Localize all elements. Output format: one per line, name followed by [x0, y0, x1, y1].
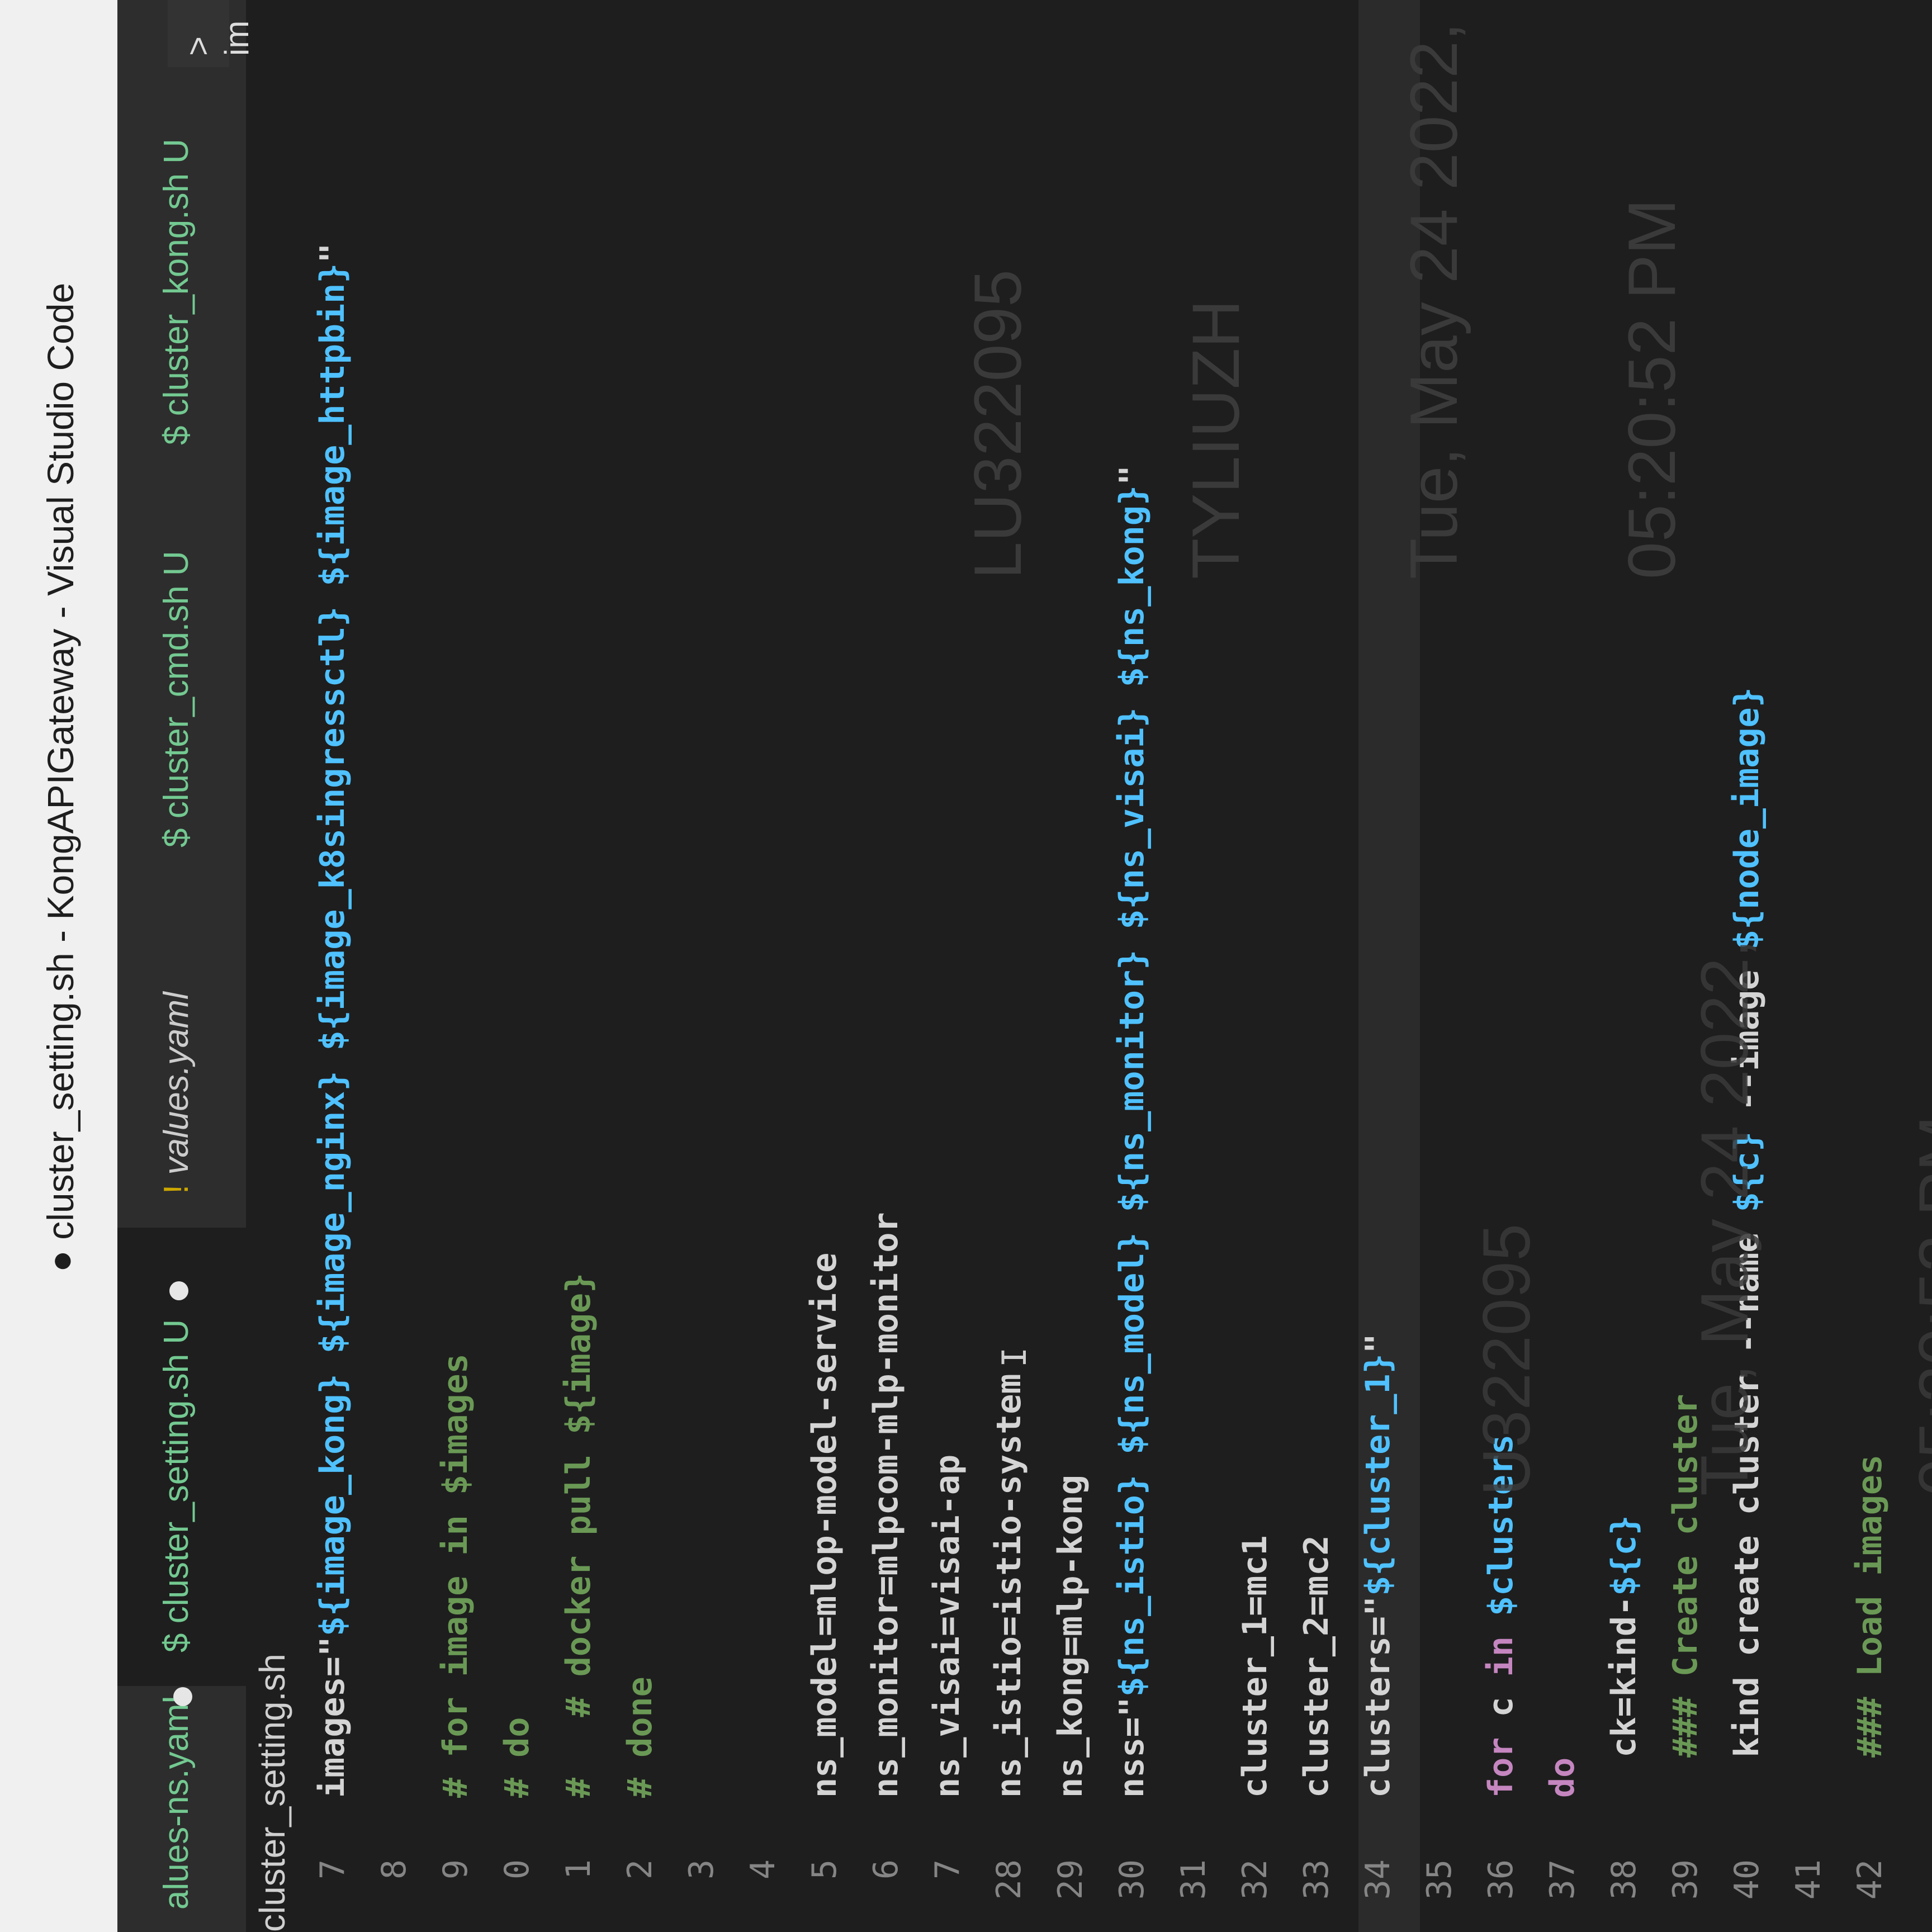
- code-text: # # docker pull ${image}: [559, 1272, 598, 1798]
- tab-content: ! values.yaml: [157, 992, 196, 1194]
- line-number: 40: [1727, 1859, 1767, 1900]
- tab-label: cluster_setting.sh U: [157, 1319, 196, 1624]
- tab-content: $ cluster_setting.sh U: [157, 1281, 196, 1652]
- modified-dot-icon: [173, 1687, 192, 1706]
- code-text: cluster_1=mc1: [1235, 1535, 1275, 1798]
- tab-label: cluster_kong.sh U: [157, 139, 196, 416]
- tab-values-yaml[interactable]: ! values.yaml: [117, 881, 246, 1228]
- line-number: 35: [1420, 1859, 1459, 1900]
- watermark-time: 05:20:52 PM: [1905, 1115, 1932, 1496]
- tab-cluster-kong[interactable]: $ cluster_kong.sh U: [117, 0, 246, 479]
- code-text: # do: [498, 1717, 537, 1798]
- breadcrumb-file: cluster_setting.sh: [252, 1653, 292, 1932]
- code-text: ns_istio=istio-system: [989, 1374, 1029, 1798]
- line-number: 37: [1543, 1859, 1582, 1900]
- watermark-id: LU322095: [960, 269, 1035, 579]
- tab-label: cluster_cmd.sh U: [157, 551, 196, 819]
- tab-label: values.yaml: [157, 992, 196, 1175]
- tab-content: $ cluster_kong.sh U: [157, 139, 196, 445]
- code-text: do: [1543, 1757, 1582, 1798]
- panel-toggle-label: > im: [179, 20, 255, 56]
- photo-stage: ● cluster_setting.sh - KongAPIGateway - …: [0, 0, 1932, 1932]
- code-line[interactable]: 8: [375, 0, 436, 1932]
- watermark-date: Tue, May 24 2022,: [1396, 22, 1471, 579]
- code-text: nss="${ns_istio} ${ns_model} ${ns_monito…: [1112, 465, 1152, 1798]
- tab-cluster-cmd[interactable]: $ cluster_cmd.sh U: [117, 479, 246, 881]
- line-number: 33: [1297, 1859, 1336, 1900]
- line-number: 7: [928, 1859, 967, 1880]
- line-number: 36: [1481, 1859, 1521, 1900]
- line-number: 30: [1112, 1859, 1152, 1900]
- line-number: 29: [1051, 1859, 1090, 1900]
- code-text: ns_visai=visai-ap: [928, 1454, 967, 1798]
- watermark-id: U322095: [1469, 1223, 1544, 1496]
- line-number: 6: [866, 1859, 906, 1880]
- line-number: 5: [805, 1859, 844, 1880]
- window-title: ● cluster_setting.sh - KongAPIGateway - …: [40, 282, 81, 1272]
- code-text: ns_monitor=mlpcom-mlp-monitor: [866, 1212, 906, 1798]
- line-number: 3: [682, 1859, 721, 1880]
- line-number: 8: [375, 1859, 414, 1880]
- text-cursor-icon: I: [995, 1347, 1034, 1367]
- line-number: 9: [436, 1859, 475, 1880]
- code-line[interactable]: 1 # # docker pull ${image}: [559, 0, 621, 1932]
- line-number: 2: [621, 1859, 660, 1880]
- screen-watermark-2: U322095 Tue, May 24 2022, 05:20:52 PM: [1325, 939, 1932, 1496]
- tab-cluster-setting[interactable]: $ cluster_setting.sh U: [117, 1228, 246, 1686]
- line-number: 32: [1235, 1859, 1275, 1900]
- code-line[interactable]: 2 # done: [621, 0, 682, 1932]
- code-line[interactable]: 3: [682, 0, 744, 1932]
- code-line[interactable]: 7 images="${image_kong} ${image_nginx} ${…: [313, 0, 375, 1932]
- vscode-window: ● cluster_setting.sh - KongAPIGateway - …: [0, 0, 1932, 1932]
- screen-watermark: LU322095 TYLIUZH Tue, May 24 2022, 05:20…: [816, 22, 1834, 579]
- code-line[interactable]: 4: [744, 0, 805, 1932]
- shell-icon: $: [157, 416, 196, 445]
- tab-values-ns-yaml[interactable]: alues-ns.yaml U: [117, 1661, 246, 1932]
- line-number: 39: [1666, 1859, 1705, 1900]
- line-number: 38: [1604, 1859, 1644, 1900]
- line-number: 1: [559, 1859, 598, 1880]
- code-text: ns_kong=mlp-kong: [1051, 1475, 1090, 1798]
- breadcrumb[interactable]: cluster_setting.sh: [252, 1654, 302, 1932]
- line-number: 4: [744, 1859, 783, 1880]
- line-number: 0: [498, 1859, 537, 1880]
- yaml-warning-icon: !: [157, 1175, 196, 1194]
- line-number: 31: [1174, 1859, 1213, 1900]
- code-line[interactable]: 9 # for image in $images: [436, 0, 498, 1932]
- watermark-date: Tue, May 24 2022,: [1687, 939, 1762, 1496]
- line-number: 7: [313, 1859, 352, 1880]
- tab-bar: alues-ns.yaml U $ cluster_setting.sh U !…: [117, 0, 246, 1932]
- code-text: ck=kind-${c}: [1604, 1515, 1644, 1798]
- code-text: # done: [621, 1677, 660, 1798]
- modified-dot-icon: [169, 1281, 188, 1300]
- line-number: 41: [1789, 1859, 1828, 1900]
- line-number: 34: [1358, 1859, 1398, 1900]
- code-line[interactable]: 0 # do: [498, 0, 559, 1932]
- line-number: 42: [1850, 1859, 1890, 1900]
- code-text: # for image in $images: [436, 1353, 475, 1798]
- code-text: ns_model=mlop-model-service: [805, 1252, 844, 1798]
- watermark-user: TYLIUZH: [1178, 299, 1253, 579]
- code-text: ### Load images: [1850, 1454, 1890, 1798]
- title-bar: ● cluster_setting.sh - KongAPIGateway - …: [0, 0, 117, 1932]
- line-number: 28: [989, 1859, 1029, 1900]
- code-text: cluster_2=mc2: [1297, 1535, 1336, 1798]
- tab-content: $ cluster_cmd.sh U: [157, 551, 196, 847]
- code-text: images="${image_kong} ${image_nginx} ${i…: [313, 243, 352, 1798]
- shell-icon: $: [157, 1623, 196, 1652]
- panel-toggle-button[interactable]: > im: [168, 0, 255, 67]
- shell-icon: $: [157, 818, 196, 847]
- watermark-time: 05:20:52 PM: [1614, 198, 1689, 579]
